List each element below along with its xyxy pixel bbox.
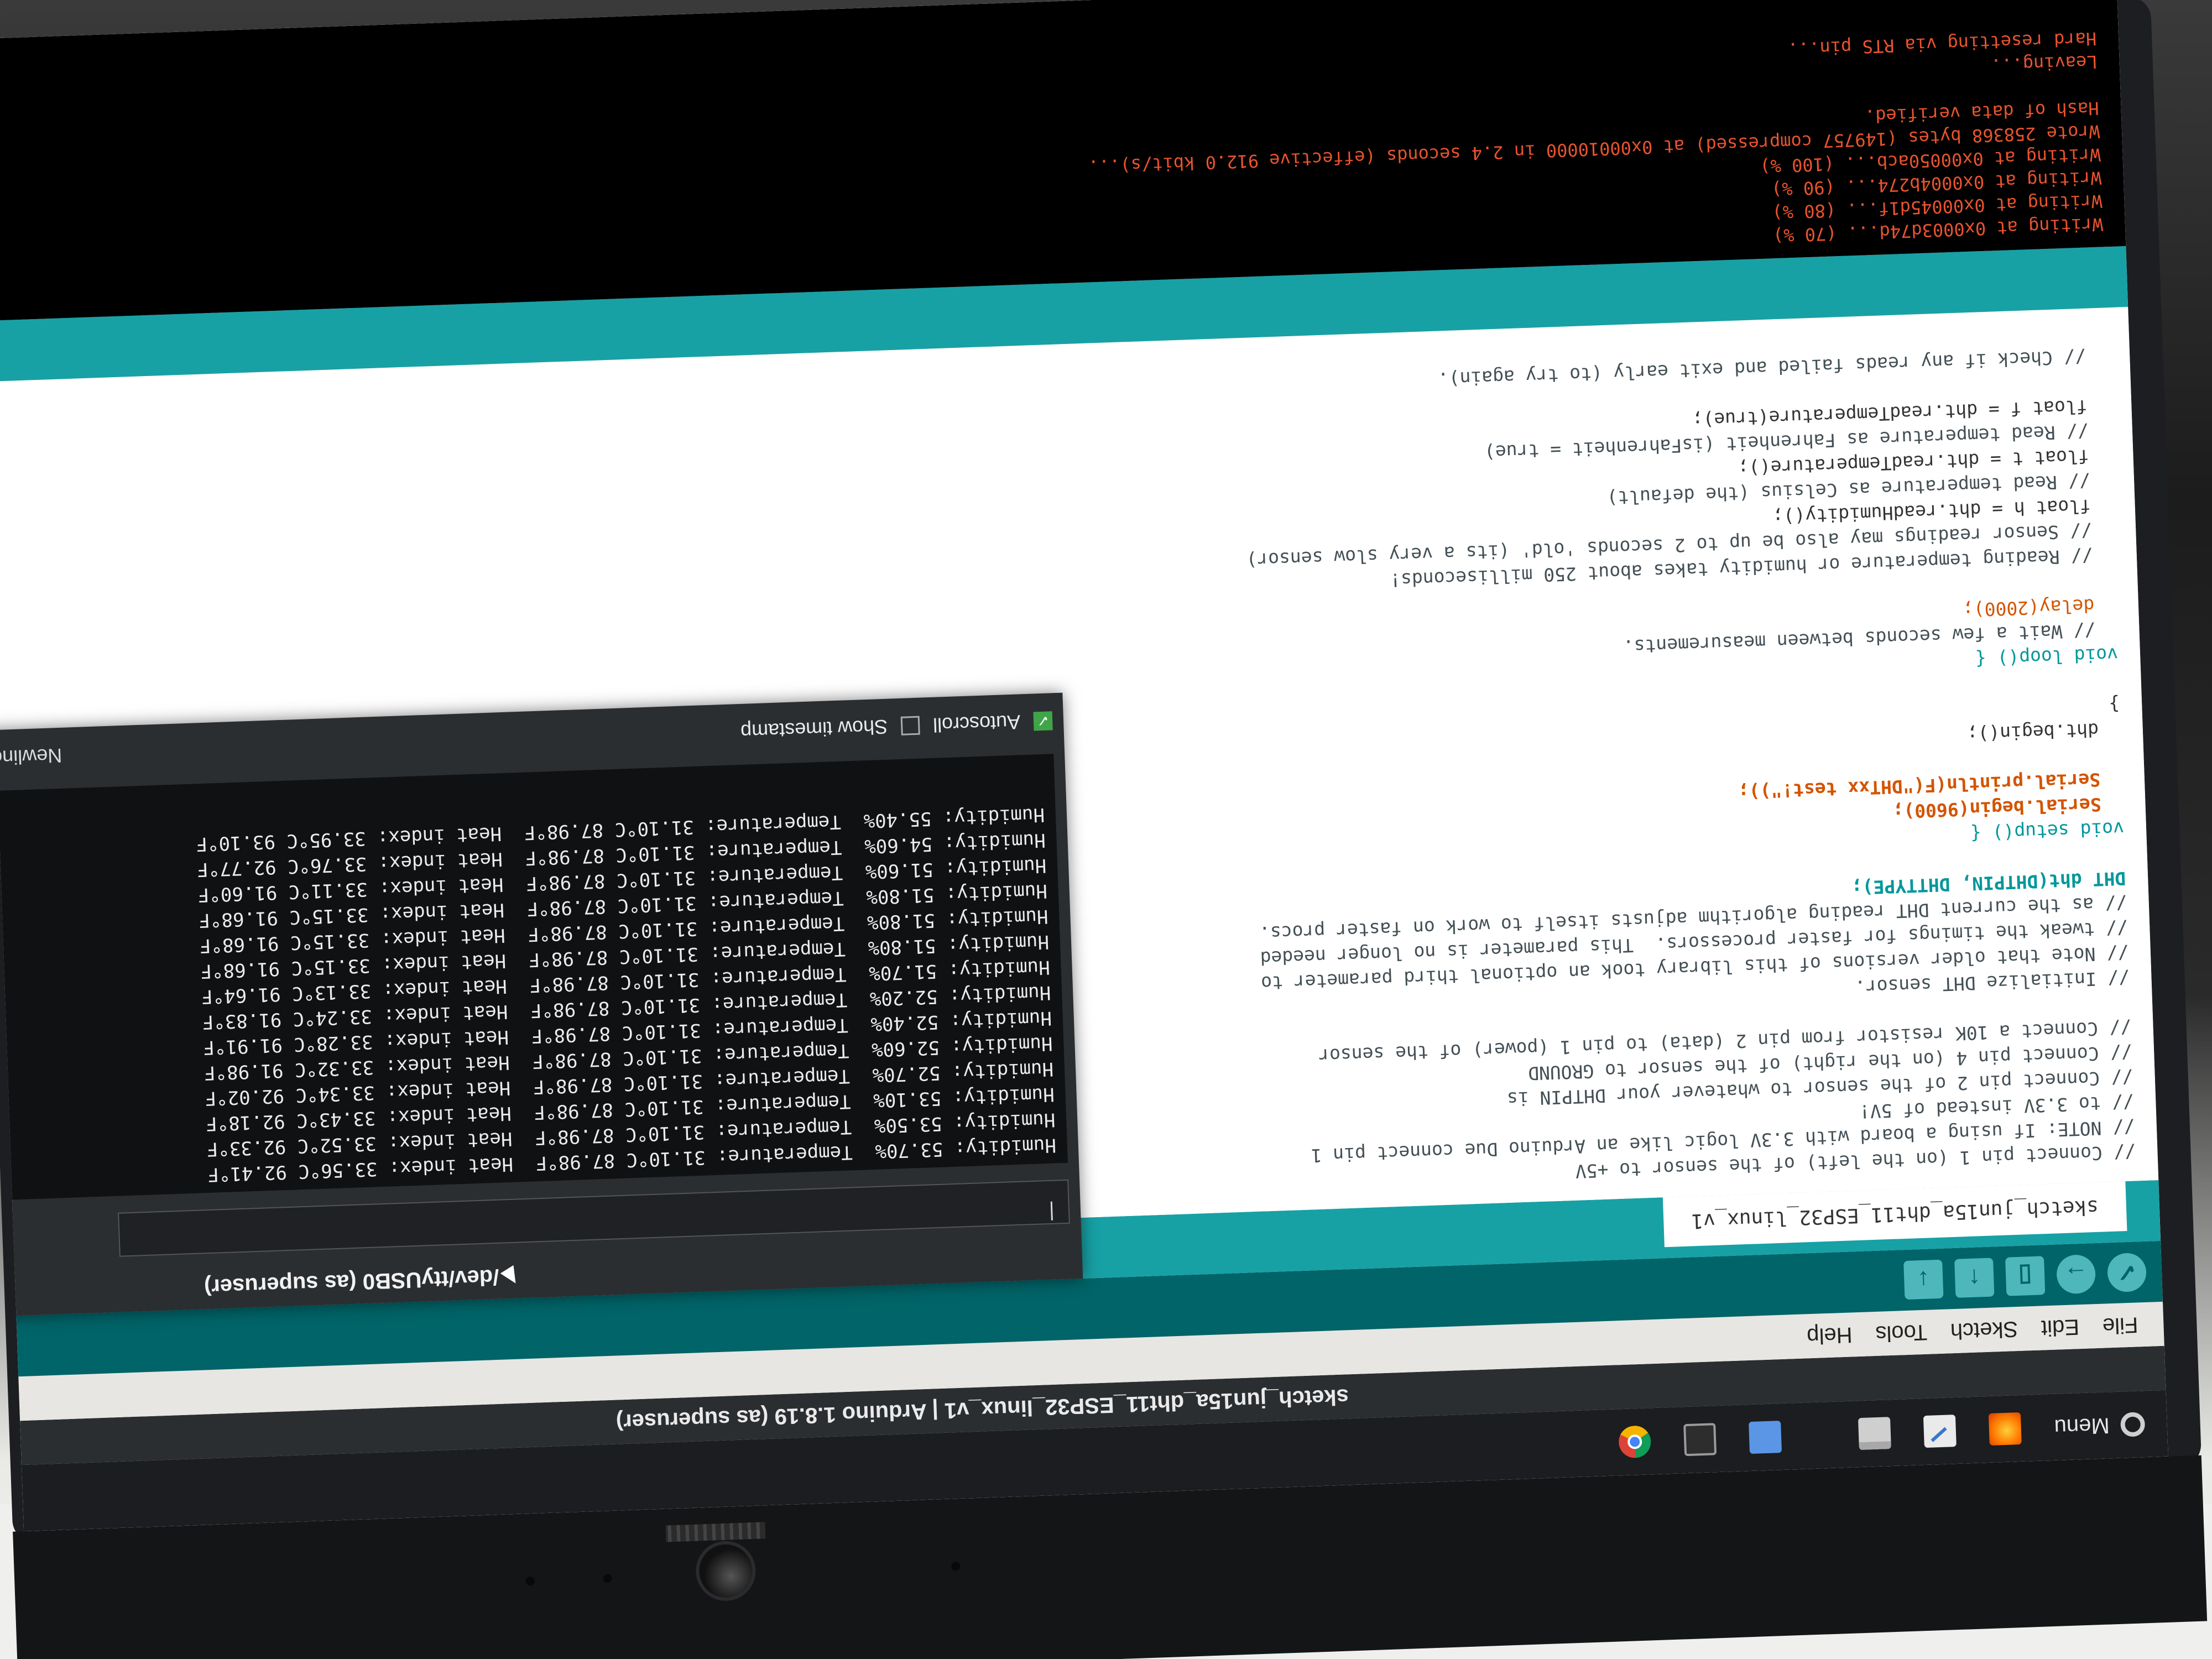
indicator-light-icon: [951, 1562, 961, 1571]
screen: Menu sketch_jun15a_dht11_ESP32_linux_v1 …: [0, 0, 2168, 1532]
monitor-scene: Menu sketch_jun15a_dht11_ESP32_linux_v1 …: [0, 0, 2212, 1659]
menu-help[interactable]: Help: [1803, 1322, 1856, 1349]
checkmark-icon: ✓: [2116, 1258, 2138, 1287]
gear-icon: [2120, 1412, 2146, 1437]
serial-output-text: Humidity: 53.70% Temperature: 31.10°C 87…: [196, 802, 1057, 1187]
chrome-icon[interactable]: [1618, 1425, 1652, 1459]
arrow-right-icon: →: [2063, 1260, 2089, 1289]
start-menu-label: Menu: [2053, 1413, 2110, 1440]
speaker-vent: [665, 1522, 766, 1542]
menu-edit[interactable]: Edit: [2037, 1314, 2083, 1340]
show-timestamp-label: Show timestamp: [740, 715, 888, 743]
console-text: Writing at 0x0003d74d... (70 %) Writing a…: [1084, 27, 2103, 272]
indicator-light-icon: [525, 1576, 535, 1586]
text-cursor: |: [1045, 1201, 1058, 1224]
verify-button[interactable]: ✓: [2106, 1252, 2147, 1293]
save-sketch-button[interactable]: ↓: [1903, 1259, 1944, 1300]
code-text: // Connect pin 1 (on the left) of the se…: [1240, 343, 2136, 1194]
files-icon[interactable]: [1749, 1421, 1782, 1454]
indicator-light-icon: [603, 1574, 612, 1583]
arrow-up-icon: ↑: [1968, 1264, 1981, 1292]
serial-port-label: /dev/ttyUSB0 (as superuser): [204, 1265, 500, 1300]
mouse-cursor-icon: [500, 1265, 523, 1288]
webcam-icon: [695, 1540, 757, 1602]
system-monitor-icon[interactable]: [1683, 1423, 1717, 1457]
new-sketch-button[interactable]: ▯: [2005, 1256, 2046, 1296]
arrow-down-icon: ↓: [1917, 1266, 1931, 1294]
photo-stage: Menu sketch_jun15a_dht11_ESP32_linux_v1 …: [0, 0, 2212, 1659]
checkmark-icon: ✓: [1036, 712, 1050, 730]
upload-button[interactable]: →: [2056, 1254, 2096, 1295]
serial-output[interactable]: Humidity: 53.70% Temperature: 31.10°C 87…: [0, 754, 1068, 1201]
new-file-icon: ▯: [2018, 1262, 2033, 1290]
firefox-icon[interactable]: [1988, 1412, 2022, 1446]
open-sketch-button[interactable]: ↑: [1954, 1258, 1995, 1298]
menu-tools[interactable]: Tools: [1872, 1319, 1931, 1347]
menu-sketch[interactable]: Sketch: [1947, 1316, 2022, 1344]
serial-monitor-window: /dev/ttyUSB0 (as superuser) | Humidity: …: [0, 692, 1083, 1317]
autoscroll-label: Autoscroll: [932, 711, 1021, 737]
start-menu-button[interactable]: Menu: [2053, 1412, 2146, 1440]
line-ending-select[interactable]: Newline: [0, 744, 62, 769]
terminal-icon[interactable]: [1858, 1417, 1891, 1451]
autoscroll-checkbox[interactable]: ✓: [1033, 711, 1053, 731]
menu-file[interactable]: File: [2099, 1312, 2142, 1339]
monitor-scene-inner: Menu sketch_jun15a_dht11_ESP32_linux_v1 …: [0, 0, 2212, 1659]
text-editor-icon[interactable]: [1923, 1415, 1957, 1448]
show-timestamp-checkbox[interactable]: [900, 716, 920, 735]
